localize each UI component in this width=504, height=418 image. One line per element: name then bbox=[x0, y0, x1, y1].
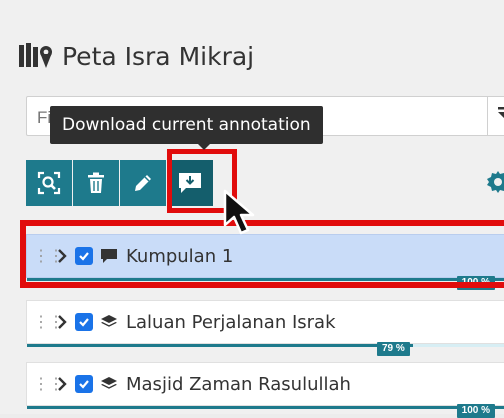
layer-progress-bar bbox=[27, 406, 504, 409]
layer-name: Laluan Perjalanan Israk bbox=[126, 311, 336, 333]
delete-button[interactable] bbox=[73, 160, 119, 206]
layer-visibility-checkbox[interactable] bbox=[75, 375, 93, 393]
filter-separator bbox=[487, 97, 488, 135]
layer-progress-bar bbox=[27, 344, 504, 347]
pencil-icon bbox=[135, 175, 151, 191]
zoom-extent-icon bbox=[37, 171, 61, 195]
drag-handle-icon[interactable]: ⋮⋮ bbox=[33, 312, 64, 332]
layer-name: Masjid Zaman Rasulullah bbox=[126, 373, 351, 395]
map-layers-icon bbox=[19, 43, 52, 68]
mouse-cursor-icon bbox=[223, 189, 255, 235]
tooltip: Download current annotation bbox=[50, 106, 323, 150]
edit-button[interactable] bbox=[120, 160, 166, 206]
layer-row[interactable]: ⋮⋮ Laluan Perjalanan Israk 79 % bbox=[26, 300, 504, 356]
panel-title-text: Peta Isra Mikraj bbox=[62, 41, 255, 71]
gear-icon[interactable] bbox=[486, 170, 504, 194]
trash-icon bbox=[88, 172, 104, 193]
layers-icon bbox=[101, 377, 117, 389]
drag-handle-icon[interactable]: ⋮⋮ bbox=[33, 374, 64, 394]
chevron-right-icon[interactable] bbox=[55, 376, 69, 392]
filter-icon[interactable] bbox=[497, 106, 504, 128]
check-icon bbox=[79, 380, 89, 389]
check-icon bbox=[79, 318, 89, 327]
layers-icon bbox=[101, 315, 117, 327]
layer-row[interactable]: ⋮⋮ Masjid Zaman Rasulullah 100 % bbox=[26, 362, 504, 418]
layer-progress-badge: 79 % bbox=[377, 342, 410, 356]
panel-title: Peta Isra Mikraj bbox=[18, 36, 254, 76]
layer-progress-badge: 100 % bbox=[456, 404, 495, 418]
zoom-to-layer-button[interactable] bbox=[26, 160, 72, 206]
layer-visibility-checkbox[interactable] bbox=[75, 313, 93, 331]
layer-panel: Peta Isra Mikraj Filter layers ⋮⋮ Kumpul… bbox=[0, 0, 504, 418]
chevron-right-icon[interactable] bbox=[55, 314, 69, 330]
